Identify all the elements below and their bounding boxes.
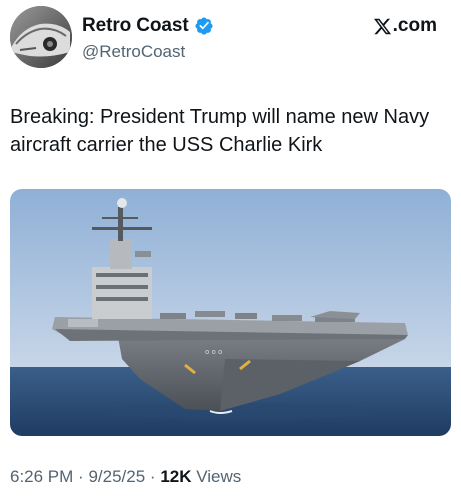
meta-separator: ·	[78, 467, 84, 486]
views-count: 12K	[160, 467, 192, 486]
meta-separator: ·	[149, 467, 156, 486]
tweet-header: Retro Coast @RetroCoast .com	[10, 6, 451, 70]
avatar[interactable]	[10, 6, 72, 68]
brand-label: .com	[373, 15, 437, 37]
tweet-meta: 6:26 PM · 9/25/25 · 12K Views	[10, 467, 241, 487]
aircraft-carrier-image: o o o	[10, 189, 451, 436]
tweet-image[interactable]: o o o	[10, 189, 451, 436]
tweet-time[interactable]: 6:26 PM	[10, 467, 73, 486]
tweet-text: Breaking: President Trump will name new …	[10, 106, 430, 156]
verified-badge-icon	[195, 17, 213, 35]
tweet-date[interactable]: 9/25/25	[88, 467, 145, 486]
user-handle[interactable]: @RetroCoast	[82, 42, 214, 62]
svg-text:o o o: o o o	[205, 348, 222, 356]
brand-text: .com	[392, 15, 437, 36]
display-name[interactable]: Retro Coast	[82, 15, 189, 37]
car-avatar-icon	[10, 6, 72, 68]
views-label: Views	[196, 467, 242, 486]
x-logo-icon	[373, 18, 391, 34]
